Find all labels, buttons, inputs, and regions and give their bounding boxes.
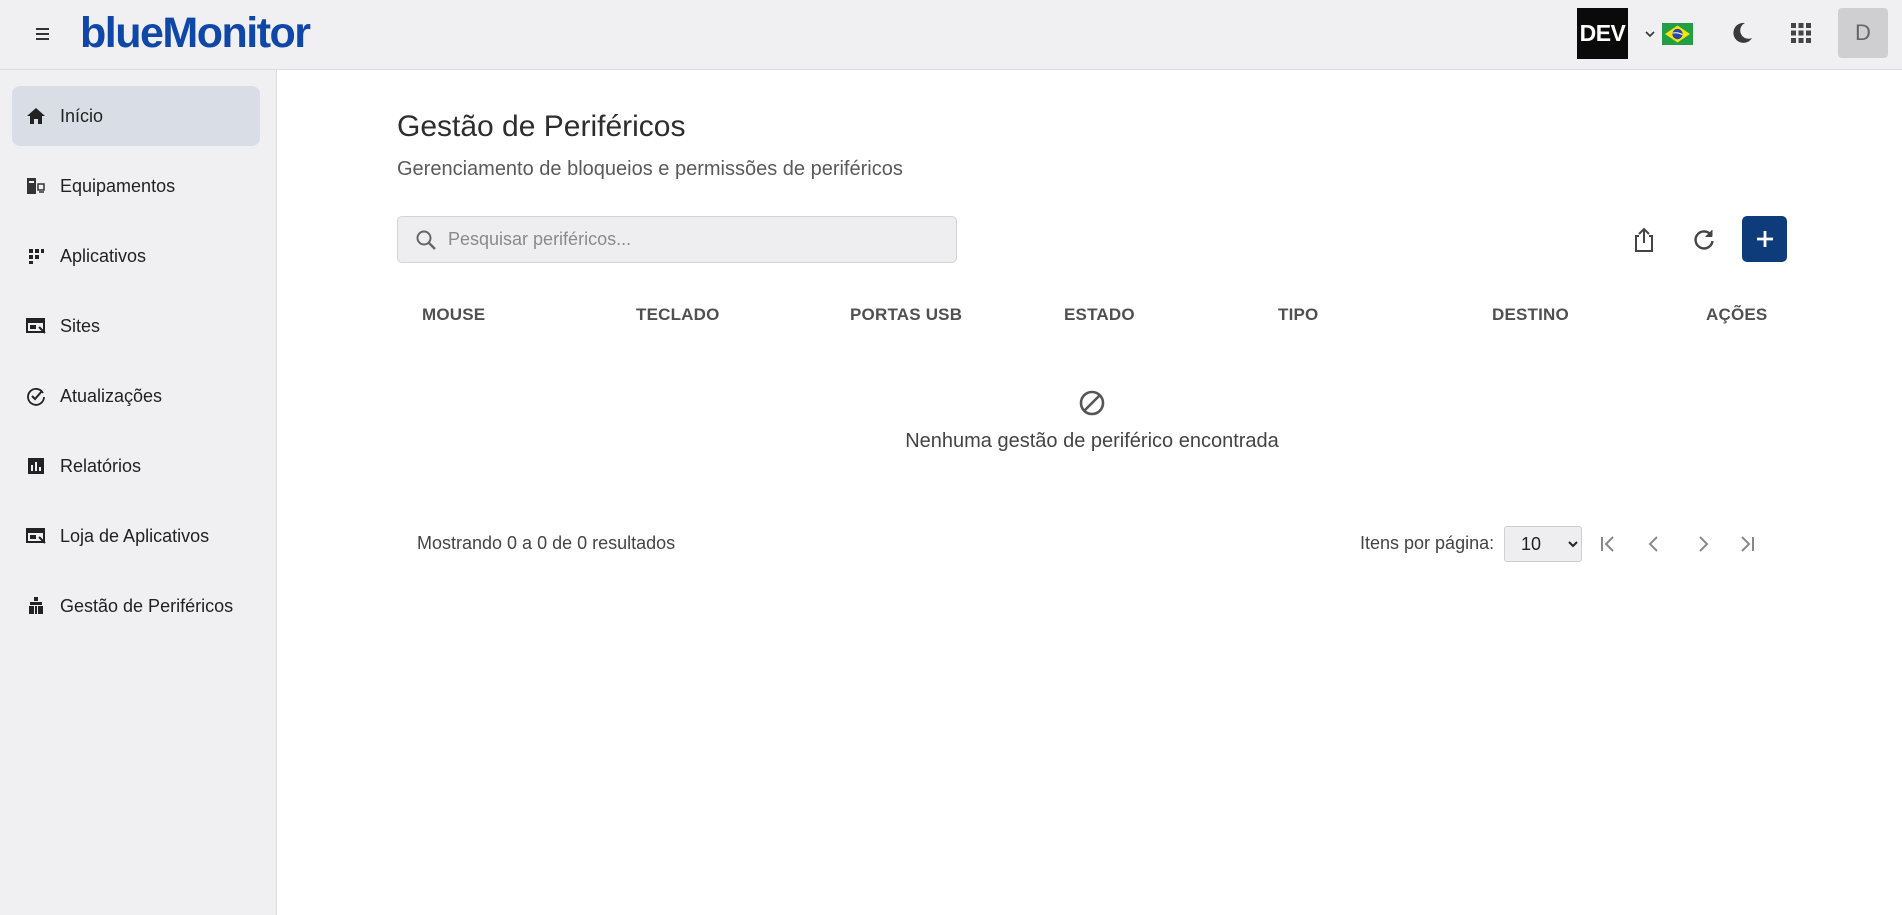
sidebar: Início Equipamentos Aplicativos Sites At… <box>0 70 277 915</box>
sidebar-item-equipamentos[interactable]: Equipamentos <box>12 156 260 216</box>
column-header-acoes: AÇÕES <box>1706 305 1768 324</box>
share-icon <box>1635 227 1653 252</box>
theme-toggle-button[interactable] <box>1727 18 1757 48</box>
hamburger-icon[interactable] <box>30 24 54 44</box>
sidebar-item-label: Início <box>60 105 104 126</box>
results-summary: Mostrando 0 a 0 de 0 resultados <box>417 533 676 553</box>
app-logo[interactable]: blueMonitor <box>80 4 311 62</box>
user-avatar[interactable]: D <box>1838 8 1888 58</box>
export-button[interactable] <box>1622 218 1666 262</box>
apps-menu-button[interactable] <box>1788 20 1814 46</box>
sidebar-item-sites[interactable]: Sites <box>12 296 260 356</box>
chevron-down-icon <box>1645 31 1655 38</box>
sidebar-item-aplicativos[interactable]: Aplicativos <box>12 226 260 286</box>
search-input[interactable] <box>448 229 928 250</box>
add-button[interactable] <box>1742 216 1787 262</box>
devices-icon <box>25 175 47 197</box>
search-icon <box>416 230 436 250</box>
sidebar-item-inicio[interactable]: Início <box>12 86 260 146</box>
page-title: Gestão de Periféricos <box>397 110 686 143</box>
block-icon <box>1079 390 1105 416</box>
column-header-portas-usb[interactable]: PORTAS USB <box>850 305 962 325</box>
last-page-icon <box>1741 536 1754 552</box>
store-icon <box>25 525 47 547</box>
per-page-label: Itens por página: <box>1360 533 1495 553</box>
sidebar-item-label: Atualizações <box>60 385 163 406</box>
brazil-flag-icon <box>1662 23 1693 45</box>
column-header-mouse[interactable]: MOUSE <box>422 305 485 325</box>
sidebar-item-label: Aplicativos <box>60 245 147 266</box>
top-bar: blueMonitor DEV D <box>0 0 1902 70</box>
last-page-button[interactable] <box>1733 530 1761 558</box>
column-header-estado[interactable]: ESTADO <box>1064 305 1135 325</box>
web-icon <box>25 315 47 337</box>
first-page-icon <box>1601 536 1614 552</box>
previous-page-button[interactable] <box>1640 530 1668 558</box>
update-check-icon <box>25 385 47 407</box>
environment-badge: DEV <box>1577 8 1628 59</box>
page-subtitle: Gerenciamento de bloqueios e permissões … <box>397 158 903 180</box>
sidebar-item-label: Loja de Aplicativos <box>60 525 210 546</box>
chevron-left-icon <box>1648 536 1658 552</box>
plus-icon <box>1756 231 1773 247</box>
sidebar-item-loja-de-aplicativos[interactable]: Loja de Aplicativos <box>12 506 260 566</box>
apps-icon <box>25 245 47 267</box>
chevron-right-icon <box>1699 536 1709 552</box>
next-page-button[interactable] <box>1689 530 1717 558</box>
sidebar-item-label: Sites <box>60 315 101 336</box>
language-selector[interactable] <box>1644 20 1693 48</box>
moon-icon <box>1733 22 1752 43</box>
sidebar-item-atualizacoes[interactable]: Atualizações <box>12 366 260 426</box>
refresh-button[interactable] <box>1682 218 1726 262</box>
sidebar-item-label: Relatórios <box>60 455 142 476</box>
grid-icon <box>1791 23 1811 43</box>
refresh-icon <box>1694 230 1714 250</box>
column-header-tipo[interactable]: TIPO <box>1278 305 1318 325</box>
report-icon <box>25 455 47 477</box>
column-header-teclado[interactable]: TECLADO <box>636 305 720 325</box>
peripherals-icon <box>25 595 47 617</box>
search-bar[interactable] <box>397 216 957 263</box>
per-page-select[interactable]: 10 <box>1504 526 1582 562</box>
sidebar-item-label: Gestão de Periféricos <box>60 595 234 616</box>
column-header-destino[interactable]: DESTINO <box>1492 305 1569 325</box>
sidebar-item-label: Equipamentos <box>60 175 176 196</box>
sidebar-item-relatorios[interactable]: Relatórios <box>12 436 260 496</box>
first-page-button[interactable] <box>1594 530 1622 558</box>
empty-state-message: Nenhuma gestão de periférico encontrada <box>905 430 1279 452</box>
sidebar-item-gestao-de-perifericos[interactable]: Gestão de Periféricos <box>12 576 260 636</box>
home-icon <box>25 105 47 127</box>
